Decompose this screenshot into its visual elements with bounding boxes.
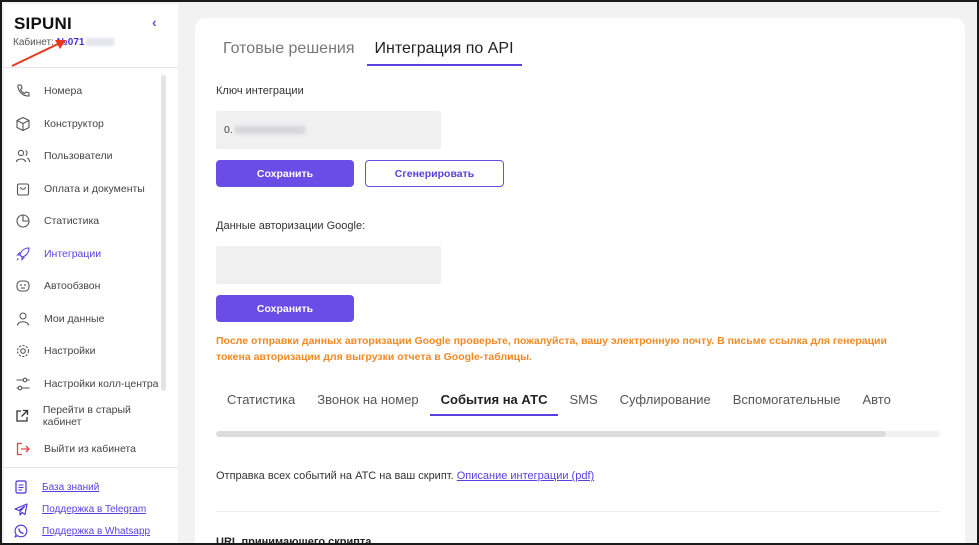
cube-icon — [14, 115, 32, 133]
annotation-arrow-icon — [11, 40, 66, 67]
subtab-call-to-number[interactable]: Звонок на номер — [306, 390, 429, 416]
sidebar-item-label: Номера — [44, 85, 83, 98]
redacted-block — [234, 126, 305, 134]
sidebar-item-label: Конструктор — [44, 117, 104, 130]
subtabs-scrollbar[interactable] — [216, 431, 940, 437]
tab-ready-solutions[interactable]: Готовые решения — [215, 38, 363, 66]
support-knowledge-base: База знаний — [14, 476, 174, 498]
integration-pdf-link[interactable]: Описание интеграции (pdf) — [457, 470, 594, 482]
sidebar-item-logout[interactable]: Выйти из кабинета — [4, 433, 164, 466]
sidebar-item-label: Пользователи — [44, 150, 113, 163]
logout-icon — [14, 440, 32, 458]
save-key-button[interactable]: Сохранить — [216, 160, 354, 187]
support-links: База знаний Поддержка в Telegram Поддерж… — [14, 476, 174, 542]
document-icon — [14, 480, 28, 494]
sidebar: SIPUNI ‹ Кабинет: №071 Номера Конструкто… — [4, 4, 178, 543]
external-link-icon — [14, 407, 31, 425]
integration-key-value: 0. — [224, 124, 233, 136]
support-whatsapp: Поддержка в Whatsapp — [14, 520, 174, 542]
subtab-pbx-events[interactable]: События на АТС — [429, 390, 559, 416]
sidebar-item-label: Настройки колл-центра — [44, 377, 159, 390]
subtab-statistics[interactable]: Статистика — [216, 390, 306, 416]
description-text: Отправка всех событий на АТС на ваш скри… — [216, 470, 454, 482]
chevron-left-icon[interactable]: ‹ — [152, 14, 157, 30]
sidebar-item-users[interactable]: Пользователи — [4, 140, 164, 173]
sidebar-divider — [4, 67, 178, 68]
users-icon — [14, 147, 32, 165]
section-divider — [216, 511, 940, 512]
sidebar-item-statistics[interactable]: Статистика — [4, 205, 164, 238]
sidebar-item-label: Автообзвон — [44, 280, 101, 293]
sidebar-item-payment[interactable]: Оплата и документы — [4, 173, 164, 206]
sliders-icon — [14, 375, 32, 393]
user-icon — [14, 310, 32, 328]
whatsapp-support-link[interactable]: Поддержка в Whatsapp — [42, 526, 150, 537]
robot-icon — [14, 277, 32, 295]
tab-api-integration[interactable]: Интеграция по API — [366, 38, 522, 66]
top-tabs: Готовые решения Интеграция по API — [215, 38, 526, 66]
gear-icon — [14, 342, 32, 360]
google-auth-label: Данные авторизации Google: — [216, 220, 366, 232]
sidebar-item-autodialer[interactable]: Автообзвон — [4, 270, 164, 303]
sidebar-item-old-cabinet[interactable]: Перейти в старый кабинет — [4, 400, 164, 433]
telegram-icon — [14, 502, 28, 516]
sidebar-item-constructor[interactable]: Конструктор — [4, 108, 164, 141]
integration-key-field[interactable]: 0. — [216, 111, 441, 149]
script-url-label: URL принимающего скрипта — [216, 536, 372, 545]
scrollbar-thumb[interactable] — [216, 431, 886, 437]
telegram-support-link[interactable]: Поддержка в Telegram — [42, 504, 146, 515]
sidebar-item-my-data[interactable]: Мои данные — [4, 303, 164, 336]
sidebar-item-label: Интеграции — [44, 247, 102, 260]
sidebar-item-label: Оплата и документы — [44, 182, 145, 195]
save-google-auth-button[interactable]: Сохранить — [216, 295, 354, 322]
sidebar-item-label: Статистика — [44, 215, 100, 228]
sidebar-item-integrations[interactable]: Интеграции — [4, 238, 164, 271]
google-auth-field[interactable] — [216, 246, 441, 284]
subtab-sms[interactable]: SMS — [558, 390, 608, 416]
sidebar-item-callcenter-settings[interactable]: Настройки колл-центра — [4, 368, 164, 401]
rocket-icon — [14, 245, 32, 263]
sidebar-item-label: Выйти из кабинета — [44, 442, 136, 455]
integration-key-label: Ключ интеграции — [216, 85, 304, 97]
support-telegram: Поддержка в Telegram — [14, 498, 174, 520]
redacted-block — [86, 38, 115, 47]
app-window: SIPUNI ‹ Кабинет: №071 Номера Конструкто… — [0, 0, 979, 545]
google-auth-notice: После отправки данных авторизации Google… — [216, 335, 887, 363]
sidebar-item-settings[interactable]: Настройки — [4, 335, 164, 368]
subtab-whisper[interactable]: Суфлирование — [609, 390, 722, 416]
phone-icon — [14, 82, 32, 100]
whatsapp-icon — [14, 524, 28, 538]
subtab-auto[interactable]: Авто — [851, 390, 901, 416]
sidebar-item-numbers[interactable]: Номера — [4, 75, 164, 108]
sidebar-item-label: Перейти в старый кабинет — [42, 404, 131, 429]
bag-icon — [14, 180, 32, 198]
knowledge-base-link[interactable]: База знаний — [42, 482, 99, 493]
subtab-auxiliary[interactable]: Вспомогательные — [722, 390, 852, 416]
main-content-card: Готовые решения Интеграция по API Ключ и… — [195, 18, 965, 545]
sidebar-item-label: Настройки — [44, 345, 96, 358]
sidebar-nav: Номера Конструктор Пользователи Оплата и… — [4, 75, 164, 465]
logo: SIPUNI — [14, 14, 72, 33]
integration-description: Отправка всех событий на АТС на ваш скри… — [216, 470, 594, 482]
sidebar-divider — [4, 467, 178, 468]
integration-subtabs: Статистика Звонок на номер События на АТ… — [216, 390, 940, 416]
sidebar-item-label: Мои данные — [44, 312, 105, 325]
pie-chart-icon — [14, 212, 32, 230]
generate-key-button[interactable]: Сгенерировать — [365, 160, 504, 187]
